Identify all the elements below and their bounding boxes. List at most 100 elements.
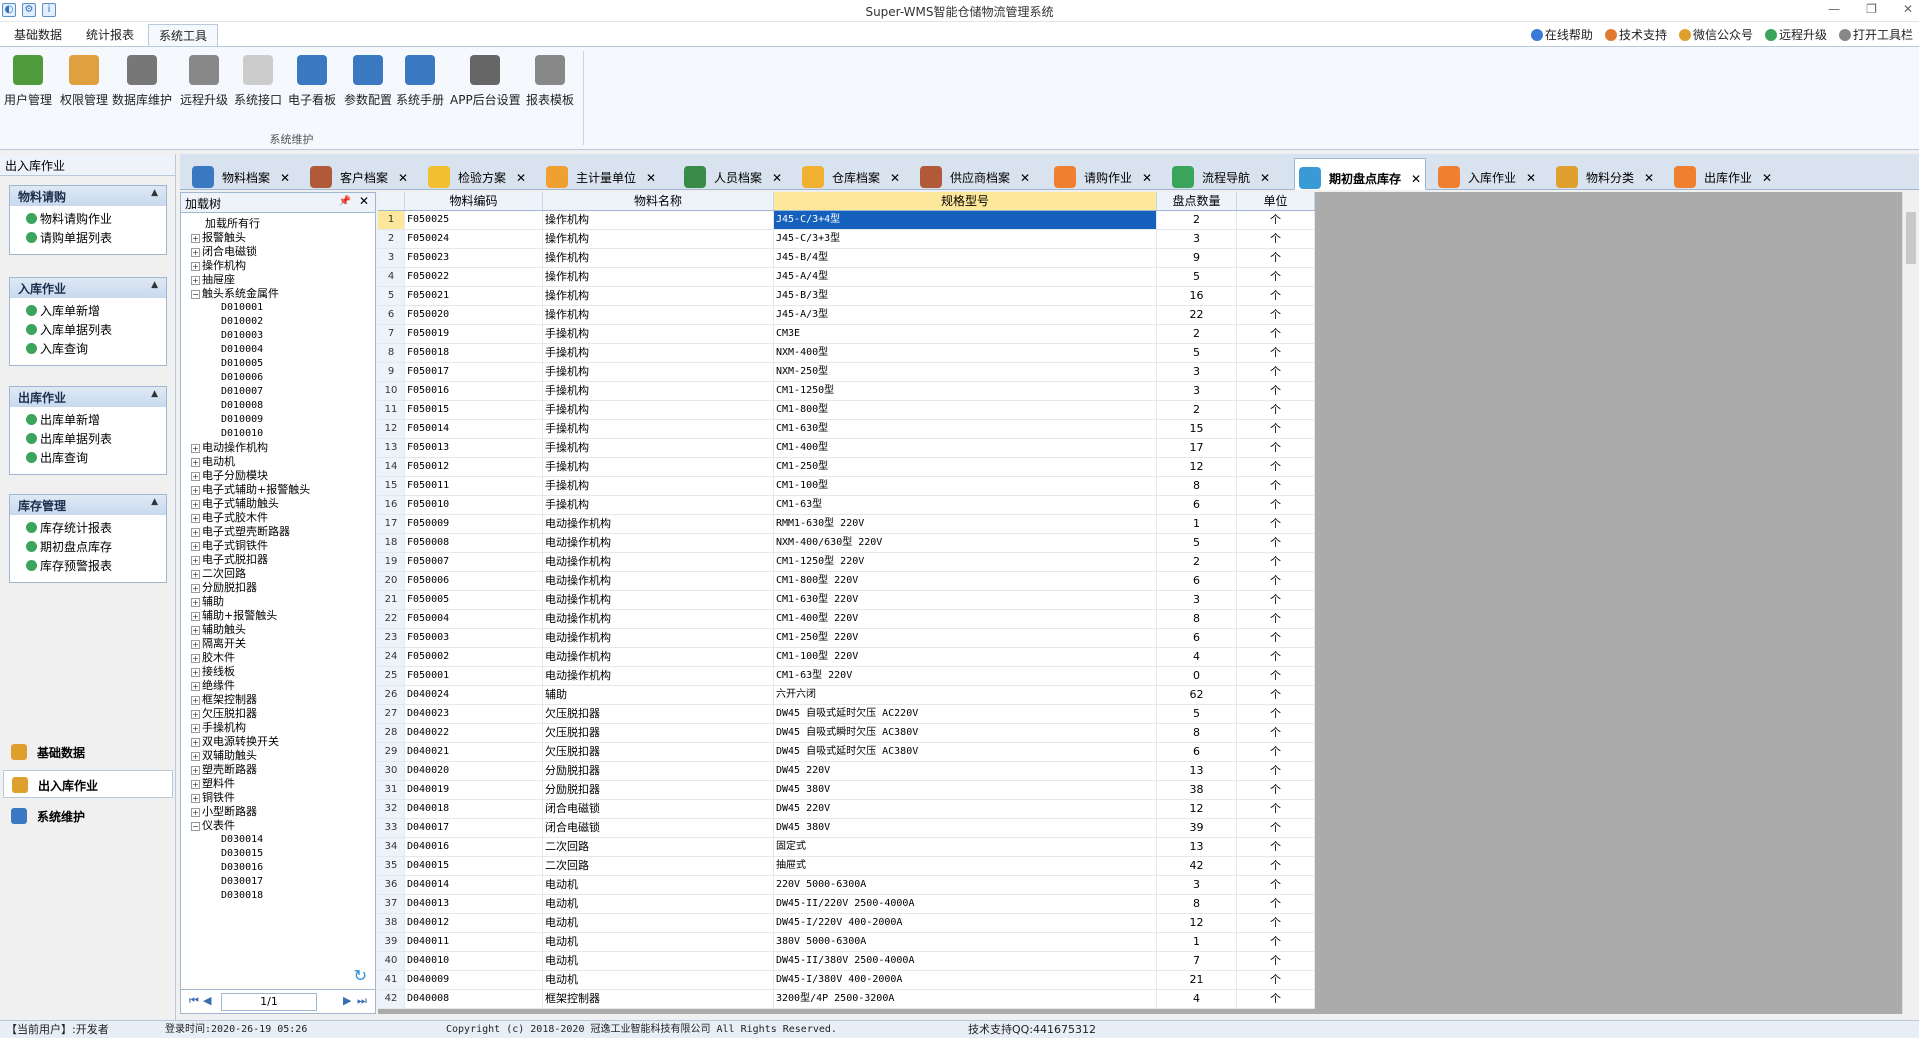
nav-group-header[interactable]: 出库作业 ▲ — [10, 387, 166, 407]
expand-icon[interactable]: + — [191, 696, 200, 705]
close-tab-icon[interactable]: ✕ — [890, 171, 900, 185]
table-cell[interactable]: DW45 380V — [774, 819, 1157, 837]
table-cell[interactable]: 个 — [1237, 591, 1315, 609]
table-cell[interactable]: F050023 — [405, 249, 543, 267]
tree-leaf[interactable]: D030014 — [181, 833, 375, 847]
tree-node[interactable]: + 框架控制器 — [181, 693, 375, 707]
expand-icon[interactable]: + — [191, 752, 200, 761]
module-nav-button[interactable]: 基础数据 — [3, 738, 173, 766]
table-cell[interactable]: DW45-II/380V 2500-4000A — [774, 952, 1157, 970]
table-cell[interactable]: 手操机构 — [543, 382, 774, 400]
table-cell[interactable]: 3 — [1157, 876, 1237, 894]
table-cell[interactable]: F050016 — [405, 382, 543, 400]
close-tab-icon[interactable]: ✕ — [1260, 171, 1270, 185]
table-row[interactable]: 34 D040016 二次回路 固定式 13 个 — [378, 838, 1315, 857]
table-cell[interactable]: D040023 — [405, 705, 543, 723]
table-cell[interactable]: 个 — [1237, 667, 1315, 685]
close-tab-icon[interactable]: ✕ — [1411, 172, 1421, 186]
table-cell[interactable]: DW45 自吸式瞬时欠压 AC380V — [774, 724, 1157, 742]
next-page-icon[interactable]: ▶ — [343, 994, 351, 1007]
table-cell[interactable]: 4 — [1157, 990, 1237, 1008]
table-row[interactable]: 1 F050025 操作机构 J45-C/3+4型 2 个 — [378, 211, 1315, 230]
expand-icon[interactable]: + — [191, 486, 200, 495]
expand-icon[interactable]: + — [191, 262, 200, 271]
table-cell[interactable]: 个 — [1237, 553, 1315, 571]
table-row[interactable]: 42 D040008 框架控制器 3200型/4P 2500-3200A 4 个 — [378, 990, 1315, 1009]
tree-node[interactable]: + 电子式脱扣器 — [181, 553, 375, 567]
table-cell[interactable]: F050018 — [405, 344, 543, 362]
table-cell[interactable]: 380V 5000-6300A — [774, 933, 1157, 951]
table-cell[interactable]: 220V 5000-6300A — [774, 876, 1157, 894]
table-cell[interactable]: 22 — [1157, 306, 1237, 324]
nav-group-header[interactable]: 库存管理 ▲ — [10, 495, 166, 515]
tree-node[interactable]: − 触头系统金属件 — [181, 287, 375, 301]
table-row[interactable]: 39 D040011 电动机 380V 5000-6300A 1 个 — [378, 933, 1315, 952]
table-cell[interactable]: 8 — [1157, 477, 1237, 495]
table-cell[interactable]: 电动机 — [543, 895, 774, 913]
table-cell[interactable]: 手操机构 — [543, 363, 774, 381]
table-row[interactable]: 2 F050024 操作机构 J45-C/3+3型 3 个 — [378, 230, 1315, 249]
tree-node[interactable]: + 报警触头 — [181, 231, 375, 245]
table-cell[interactable]: F050006 — [405, 572, 543, 590]
menu-tab-reports[interactable]: 统计报表 — [76, 24, 144, 46]
table-row[interactable]: 28 D040022 欠压脱扣器 DW45 自吸式瞬时欠压 AC380V 8 个 — [378, 724, 1315, 743]
table-cell[interactable]: F050022 — [405, 268, 543, 286]
table-cell[interactable]: J45-B/3型 — [774, 287, 1157, 305]
restore-icon[interactable]: ❐ — [1866, 2, 1877, 16]
table-row[interactable]: 20 F050006 电动操作机构 CM1-800型 220V 6 个 — [378, 572, 1315, 591]
collapse-icon[interactable]: − — [191, 822, 200, 831]
table-cell[interactable]: F050013 — [405, 439, 543, 457]
table-cell[interactable]: 手操机构 — [543, 401, 774, 419]
tree-node[interactable]: + 抽屉座 — [181, 273, 375, 287]
table-cell[interactable]: F050007 — [405, 553, 543, 571]
table-cell[interactable]: 六开六闭 — [774, 686, 1157, 704]
close-icon[interactable]: ✕ — [359, 194, 369, 208]
nav-group-item[interactable]: 入库查询 — [10, 340, 166, 359]
table-cell[interactable]: 个 — [1237, 610, 1315, 628]
table-cell[interactable]: 手操机构 — [543, 325, 774, 343]
table-cell[interactable]: 个 — [1237, 268, 1315, 286]
page-indicator[interactable]: 1/1 — [221, 993, 317, 1011]
table-cell[interactable]: 6 — [1157, 496, 1237, 514]
table-cell[interactable]: CM1-1250型 220V — [774, 553, 1157, 571]
nav-group-item[interactable]: 出库查询 — [10, 449, 166, 468]
tree-node[interactable]: + 小型断路器 — [181, 805, 375, 819]
tree-leaf[interactable]: D010004 — [181, 343, 375, 357]
tree-node[interactable]: + 电动操作机构 — [181, 441, 375, 455]
pin-icon[interactable]: 📌 — [339, 196, 351, 207]
tree-leaf[interactable]: D010002 — [181, 315, 375, 329]
column-header[interactable]: 单位 — [1237, 192, 1315, 210]
expand-icon[interactable]: + — [191, 458, 200, 467]
table-cell[interactable]: D040022 — [405, 724, 543, 742]
table-cell[interactable]: F050003 — [405, 629, 543, 647]
table-cell[interactable]: D040008 — [405, 990, 543, 1008]
table-cell[interactable]: D040018 — [405, 800, 543, 818]
expand-icon[interactable]: + — [191, 766, 200, 775]
table-cell[interactable]: 手操机构 — [543, 439, 774, 457]
scrollbar-thumb[interactable] — [1906, 212, 1916, 264]
table-cell[interactable]: 电动操作机构 — [543, 591, 774, 609]
table-cell[interactable]: F050024 — [405, 230, 543, 248]
table-cell[interactable]: D040014 — [405, 876, 543, 894]
close-tab-icon[interactable]: ✕ — [646, 171, 656, 185]
table-cell[interactable]: 5 — [1157, 705, 1237, 723]
table-cell[interactable]: 个 — [1237, 781, 1315, 799]
expand-icon[interactable]: + — [191, 780, 200, 789]
expand-icon[interactable]: + — [191, 668, 200, 677]
table-cell[interactable]: 12 — [1157, 914, 1237, 932]
table-cell[interactable]: 个 — [1237, 306, 1315, 324]
document-tab[interactable]: 主计量单位 ✕ — [542, 158, 660, 190]
tree-node[interactable]: + 隔离开关 — [181, 637, 375, 651]
expand-icon[interactable]: + — [191, 570, 200, 579]
collapse-icon[interactable]: ▲ — [151, 280, 158, 290]
expand-icon[interactable]: + — [191, 724, 200, 733]
table-cell[interactable]: CM1-100型 — [774, 477, 1157, 495]
table-row[interactable]: 5 F050021 操作机构 J45-B/3型 16 个 — [378, 287, 1315, 306]
table-cell[interactable]: 个 — [1237, 838, 1315, 856]
table-cell[interactable]: 13 — [1157, 838, 1237, 856]
table-cell[interactable]: 电动机 — [543, 914, 774, 932]
tree-node[interactable]: + 辅助 — [181, 595, 375, 609]
table-cell[interactable]: 0 — [1157, 667, 1237, 685]
tree-leaf[interactable]: D010005 — [181, 357, 375, 371]
nav-group-item[interactable]: 入库单据列表 — [10, 321, 166, 340]
